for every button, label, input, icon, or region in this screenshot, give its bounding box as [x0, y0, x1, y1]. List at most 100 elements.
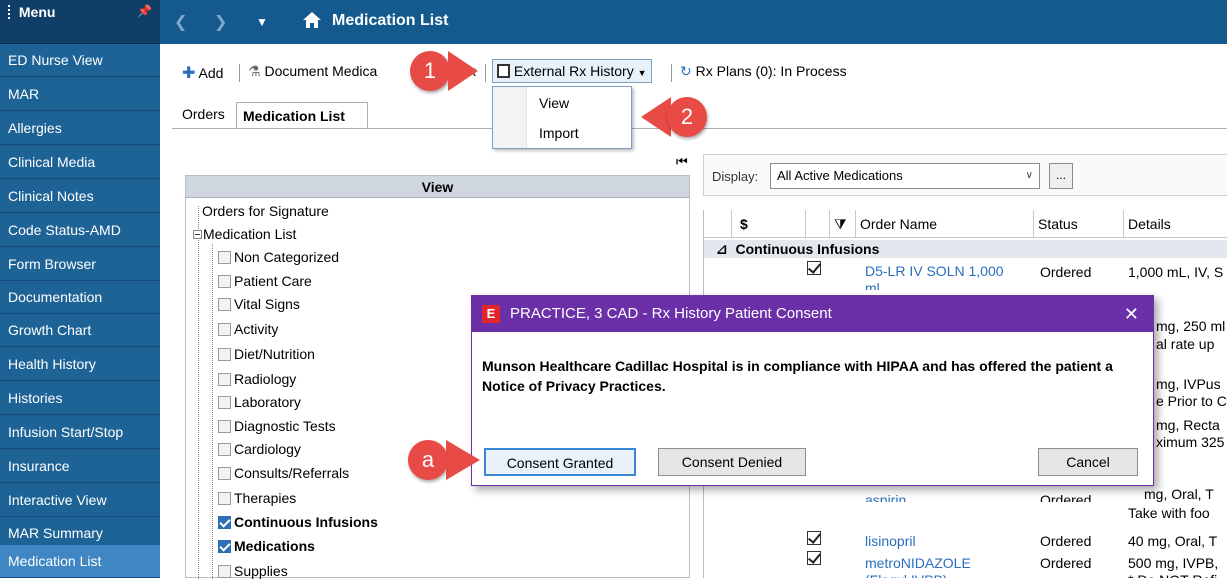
dropdown-arrow-icon[interactable]: ▼	[256, 15, 268, 29]
document-medication-button[interactable]: ⚗ Document Medica	[248, 63, 377, 80]
tree-item-label: Diet/Nutrition	[234, 346, 315, 362]
document-med-label: Document Medica	[264, 63, 378, 79]
grid-col-blank	[704, 210, 732, 238]
tree-item[interactable]: Diagnostic Tests	[218, 418, 336, 434]
tree-item-label: Radiology	[234, 371, 297, 387]
sidebar-item-clinical-notes[interactable]: Clinical Notes	[0, 180, 160, 213]
sidebar-item-clinical-media[interactable]: Clinical Media	[0, 146, 160, 179]
row-checkbox[interactable]	[807, 261, 821, 275]
checkbox[interactable]	[218, 298, 231, 311]
rx-plans-icon: ↻	[680, 63, 692, 79]
sidebar-item-infusion-start-stop[interactable]: Infusion Start/Stop	[0, 416, 160, 449]
checkbox[interactable]	[218, 373, 231, 386]
tree-item[interactable]: Continuous Infusions	[218, 514, 378, 530]
checkbox[interactable]	[218, 396, 231, 409]
sidebar-item-form-browser[interactable]: Form Browser	[0, 248, 160, 281]
consent-denied-button[interactable]: Consent Denied	[658, 448, 806, 476]
sidebar-item-mar[interactable]: MAR	[0, 78, 160, 111]
order-name-link-cont[interactable]: ml	[865, 280, 880, 290]
sidebar-item-allergies[interactable]: Allergies	[0, 112, 160, 145]
group-row-continuous-infusions[interactable]: ⊿ Continuous Infusions	[704, 240, 1227, 258]
filter-icon[interactable]: ⧩	[830, 210, 856, 238]
tree-item[interactable]: Laboratory	[218, 394, 301, 410]
page-title: Medication List	[332, 12, 449, 29]
top-bar: ❮ ❯ ▼ Medication List	[160, 0, 1227, 44]
checkbox[interactable]	[218, 443, 231, 456]
order-details: e Prior to C	[1156, 393, 1227, 409]
tree-item[interactable]: Radiology	[218, 371, 296, 387]
consent-granted-button[interactable]: Consent Granted	[484, 448, 636, 476]
sidebar-item-documentation[interactable]: Documentation	[0, 281, 160, 314]
tree-item[interactable]: Non Categorized	[218, 249, 339, 265]
grid-col-cost[interactable]: $	[732, 210, 806, 238]
grid-col-status[interactable]: Status	[1034, 210, 1124, 238]
grid-col-details[interactable]: Details	[1124, 210, 1227, 238]
order-name-link[interactable]: aspirin	[865, 492, 906, 502]
checkbox-checked[interactable]	[218, 540, 231, 553]
order-name-link-cont[interactable]: (Flagyl IVPB)	[865, 572, 947, 578]
pin-icon[interactable]: 📌	[137, 4, 152, 18]
plus-icon: ✚	[182, 65, 196, 82]
checkbox[interactable]	[218, 565, 231, 578]
sidebar-item-ed-nurse-view[interactable]: ED Nurse View	[0, 44, 160, 77]
close-icon[interactable]: ✕	[1124, 296, 1139, 332]
checkbox[interactable]	[218, 275, 231, 288]
checkbox[interactable]	[218, 492, 231, 505]
tree-item[interactable]: Diet/Nutrition	[218, 346, 315, 362]
cancel-button[interactable]: Cancel	[1038, 448, 1138, 476]
sidebar-item-histories[interactable]: Histories	[0, 382, 160, 415]
tree-item[interactable]: Patient Care	[218, 273, 312, 289]
order-details: ximum 325	[1156, 434, 1225, 450]
sidebar-item-interactive-view[interactable]: Interactive View	[0, 484, 160, 517]
checkbox[interactable]	[218, 348, 231, 361]
rx-bottle-icon	[497, 64, 510, 78]
tree-item[interactable]: Supplies	[218, 563, 288, 579]
sidebar-item-insurance[interactable]: Insurance	[0, 450, 160, 483]
rx-plans-button[interactable]: ↻ Rx Plans (0): In Process	[680, 63, 847, 80]
tree-item-label: Vital Signs	[234, 296, 300, 312]
checkbox-checked[interactable]	[218, 516, 231, 529]
tree-item-label: Cardiology	[234, 441, 301, 457]
display-select[interactable]: All Active Medications ∨	[770, 163, 1040, 189]
sidebar-item-medication-list[interactable]: Medication List	[0, 545, 160, 578]
tree-orders-for-signature[interactable]: Orders for Signature	[202, 203, 329, 219]
collapse-icon[interactable]	[193, 230, 202, 239]
tree-item[interactable]: Therapies	[218, 490, 296, 506]
grid-col-order-name[interactable]: Order Name	[856, 210, 1034, 238]
tree-item[interactable]: Cardiology	[218, 441, 301, 457]
tree-item[interactable]: Medications	[218, 538, 315, 554]
tree-item-label: Consults/Referrals	[234, 465, 350, 481]
checkbox[interactable]	[218, 323, 231, 336]
tree-medication-list[interactable]: Medication List	[193, 226, 296, 242]
sidebar-item-health-history[interactable]: Health History	[0, 348, 160, 381]
menu-title: Menu	[18, 4, 56, 20]
external-rx-history-button[interactable]: External Rx History ▼	[492, 59, 652, 83]
order-details: mg, Oral, T	[1144, 486, 1214, 502]
order-status: Ordered	[1040, 555, 1092, 571]
view-panel-header: View	[186, 176, 689, 198]
tab-medication-list[interactable]: Medication List	[236, 102, 368, 128]
checkbox[interactable]	[218, 467, 231, 480]
tree-item[interactable]: Consults/Referrals	[218, 465, 349, 481]
tree-item[interactable]: Vital Signs	[218, 296, 300, 312]
forward-icon[interactable]: ❯	[214, 12, 227, 32]
checkbox[interactable]	[218, 251, 231, 264]
menu-item-view[interactable]: View	[493, 88, 631, 118]
order-name-link[interactable]: metroNIDAZOLE	[865, 555, 971, 571]
display-more-button[interactable]: ...	[1049, 163, 1073, 189]
tab-orders[interactable]: Orders	[182, 106, 225, 122]
row-checkbox[interactable]	[807, 531, 821, 545]
sidebar-item-growth-chart[interactable]: Growth Chart	[0, 314, 160, 347]
add-button[interactable]: ✚ Add	[182, 63, 223, 83]
sidebar-item-code-status[interactable]: Code Status-AMD	[0, 214, 160, 247]
back-icon[interactable]: ❮	[174, 12, 187, 32]
row-checkbox[interactable]	[807, 551, 821, 565]
order-name-link[interactable]: D5-LR IV SOLN 1,000	[865, 263, 1004, 279]
grip-icon	[8, 5, 11, 19]
collapse-panel-icon[interactable]: ⏮	[676, 154, 688, 170]
tree-item[interactable]: Activity	[218, 321, 278, 337]
menu-item-import[interactable]: Import	[493, 118, 631, 148]
home-icon[interactable]	[302, 10, 322, 33]
order-name-link[interactable]: lisinopril	[865, 533, 916, 549]
checkbox[interactable]	[218, 420, 231, 433]
